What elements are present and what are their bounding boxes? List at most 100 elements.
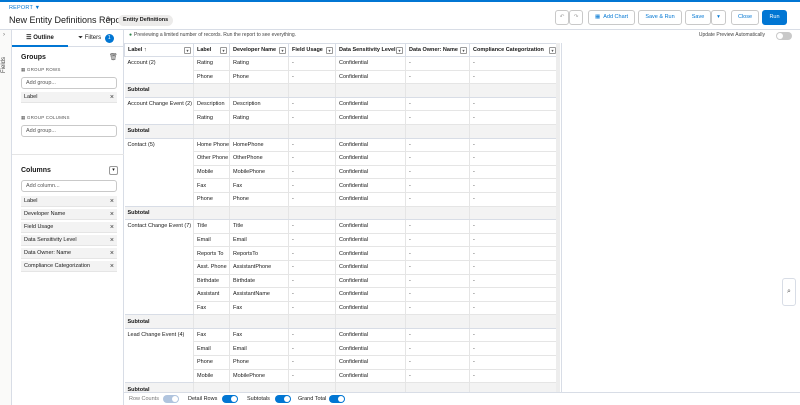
chart-icon: ▦ (595, 14, 601, 20)
group-row-pill[interactable]: Label × (21, 92, 117, 103)
group-label-cell: Contact Change Event (7) (124, 219, 194, 316)
groups-heading: Groups (21, 54, 46, 61)
owner-cell: - (405, 355, 470, 370)
sensitivity-cell: Confidential (335, 233, 406, 248)
column-pill[interactable]: Label × (21, 196, 117, 207)
fields-rail[interactable]: › Fields (0, 30, 12, 405)
redo-button[interactable]: ↷ (569, 10, 583, 25)
field-usage-cell: - (288, 70, 336, 85)
column-pill[interactable]: Compliance Categorization × (21, 261, 117, 272)
developer-name-cell: Rating (229, 110, 289, 125)
owner-cell: - (405, 341, 470, 357)
field-usage-cell: - (288, 274, 336, 289)
chevron-down-icon[interactable]: ▾ (220, 47, 227, 54)
undo-button[interactable]: ↶ (555, 10, 569, 25)
run-button[interactable]: Run (762, 10, 787, 25)
add-group-column-input[interactable]: Add group... (21, 125, 117, 137)
detail-rows-toggle[interactable] (222, 395, 238, 403)
owner-cell: - (405, 178, 470, 193)
field-usage-cell: - (288, 165, 336, 180)
subtotal-cell (193, 314, 230, 329)
remove-icon[interactable]: × (110, 196, 114, 207)
add-group-input[interactable]: Add group... (21, 77, 117, 89)
table-row: Account Change Event (2) Description Descr… (124, 97, 559, 125)
column-header[interactable]: Compliance Categorization ▾ (469, 43, 559, 57)
developer-name-cell: Title (229, 219, 289, 234)
chevron-down-icon[interactable]: ▾ (184, 47, 191, 54)
compliance-cell: - (469, 260, 559, 275)
sensitivity-cell: Confidential (335, 110, 406, 125)
add-column-input[interactable]: Add column... (21, 180, 117, 192)
row-counts-toggle[interactable] (163, 395, 179, 403)
table-row: Contact (5) Home Phone HomePhone - Confident… (124, 138, 559, 207)
subtotal-cell (229, 314, 289, 329)
field-usage-cell: - (288, 369, 336, 384)
save-menu-button[interactable]: ▾ (711, 10, 726, 25)
trash-icon[interactable]: 🗑 (109, 53, 118, 61)
sensitivity-cell: Confidential (335, 219, 406, 234)
subtotal-cell (335, 124, 406, 139)
owner-cell: - (405, 192, 470, 207)
subtotal-cell (335, 314, 406, 329)
remove-icon[interactable]: × (110, 209, 114, 220)
tab-filters[interactable]: ⏷ Filters 1 (68, 30, 124, 47)
column-pill[interactable]: Data Owner: Name × (21, 248, 117, 259)
remove-icon[interactable]: × (110, 92, 114, 103)
save-and-run-button[interactable]: Save & Run (638, 10, 682, 25)
label-cell: Description (193, 97, 230, 112)
subtotal-cell (405, 206, 470, 221)
column-header[interactable]: Field Usage ▾ (288, 43, 336, 57)
subtotal-row: Subtotal (124, 83, 559, 98)
subtotal-cell (405, 314, 470, 329)
owner-cell: - (405, 97, 470, 112)
search-icon[interactable]: ⌕ (782, 278, 796, 306)
field-usage-cell: - (288, 233, 336, 248)
columns-heading: Columns (21, 167, 51, 174)
grand-total-label: Grand Total (298, 396, 327, 402)
columns-menu-button[interactable]: ▾ (109, 166, 118, 175)
grand-total-toggle[interactable] (329, 395, 345, 403)
column-header[interactable]: Label ▾ (193, 43, 230, 57)
column-header[interactable]: Data Sensitivity Level ▾ (335, 43, 406, 57)
report-type-menu[interactable]: REPORT ▼ (9, 5, 40, 11)
chevron-down-icon[interactable]: ▾ (279, 47, 286, 54)
auto-update-toggle[interactable] (776, 32, 792, 40)
chevron-down-icon[interactable]: ▾ (460, 47, 467, 54)
remove-icon[interactable]: × (110, 235, 114, 246)
remove-icon[interactable]: × (110, 261, 114, 272)
field-usage-cell: - (288, 110, 336, 125)
owner-cell: - (405, 233, 470, 248)
add-chart-button[interactable]: ▦ Add Chart (588, 10, 635, 25)
table-header-row: Label ↑ ▾ Label ▾ Developer Name ▾ Field Usage… (124, 43, 559, 57)
remove-icon[interactable]: × (110, 222, 114, 233)
chevron-down-icon[interactable]: ▾ (549, 47, 556, 54)
close-button[interactable]: Close (731, 10, 759, 25)
column-pill[interactable]: Data Sensitivity Level × (21, 235, 117, 246)
edit-title-icon[interactable]: ✎ (106, 15, 113, 24)
tab-outline[interactable]: ☰ Outline (12, 30, 68, 47)
remove-icon[interactable]: × (110, 248, 114, 259)
column-header[interactable]: Developer Name ▾ (229, 43, 289, 57)
compliance-cell: - (469, 369, 559, 384)
chevron-down-icon[interactable]: ▾ (396, 47, 403, 54)
group-label-cell: Contact (5) (124, 138, 194, 207)
column-header[interactable]: Data Owner: Name ▾ (405, 43, 470, 57)
compliance-cell: - (469, 233, 559, 248)
column-pill[interactable]: Field Usage × (21, 222, 117, 233)
subtotal-cell (193, 124, 230, 139)
subtotals-toggle[interactable] (275, 395, 291, 403)
column-pill[interactable]: Developer Name × (21, 209, 117, 220)
field-usage-cell: - (288, 301, 336, 316)
developer-name-cell: Fax (229, 301, 289, 316)
compliance-cell: - (469, 355, 559, 370)
field-usage-cell: - (288, 56, 336, 71)
chevron-down-icon[interactable]: ▾ (326, 47, 333, 54)
owner-cell: - (405, 287, 470, 302)
save-button[interactable]: Save (685, 10, 711, 25)
table-body: Account (2) Rating Rating - Confidential - - Ph… (124, 56, 559, 392)
subtotal-cell (229, 382, 289, 392)
vertical-scrollbar[interactable] (556, 43, 560, 392)
subtotal-cell (335, 206, 406, 221)
column-header[interactable]: Label ↑ ▾ (124, 43, 194, 57)
subtotal-row: Subtotal (124, 206, 559, 221)
